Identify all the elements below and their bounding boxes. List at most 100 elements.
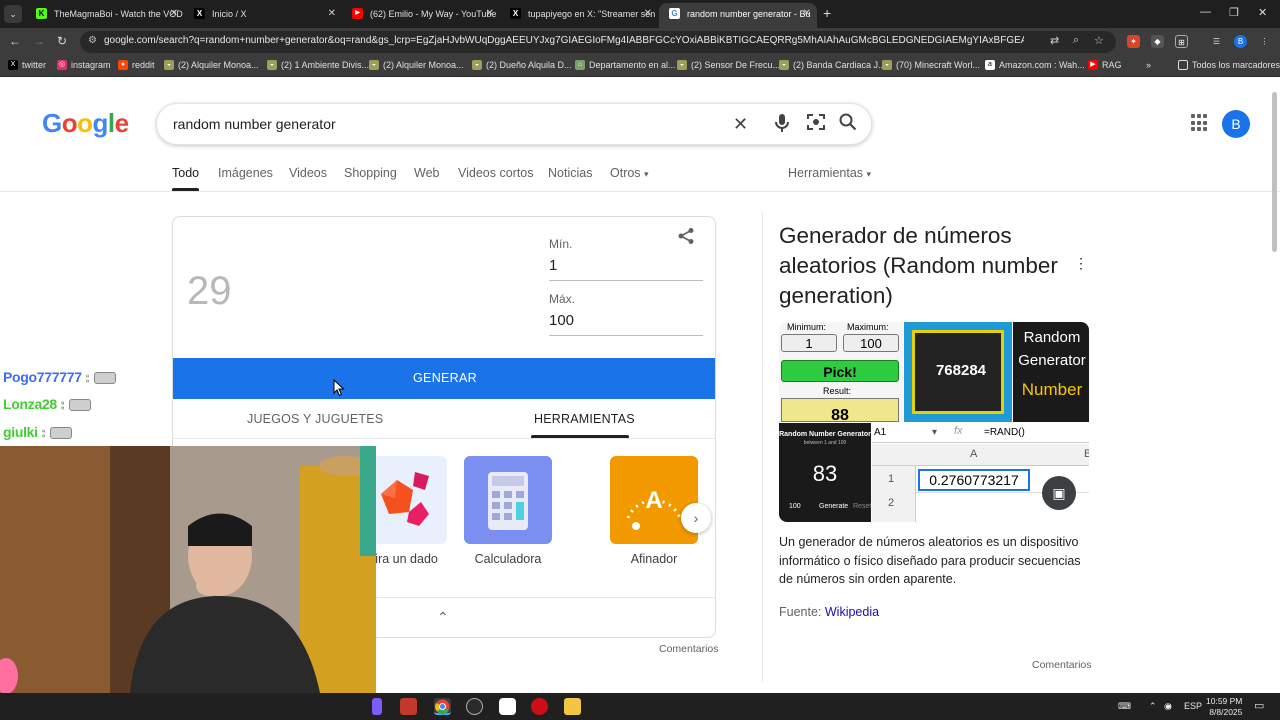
new-tab-plus-icon[interactable]: + xyxy=(823,6,831,20)
generate-button[interactable]: GENERAR xyxy=(173,358,715,399)
min-input[interactable]: 1 xyxy=(549,257,703,281)
keyboard-icon[interactable]: ⌨ xyxy=(1118,701,1131,712)
tab-games-toys[interactable]: JUEGOS Y JUGUETES xyxy=(247,412,383,426)
filter-videos[interactable]: Videos xyxy=(289,166,327,180)
tab-search-chevron-icon[interactable]: ⌄ xyxy=(4,5,22,23)
tab-close-icon[interactable]: ✕ xyxy=(644,3,652,25)
tab-youtube[interactable]: ▶ (62) Emilio - My Way - YouTube ✕ xyxy=(342,3,500,28)
bookmark-item[interactable]: ◒ (2) Alquiler Monoa... xyxy=(164,60,259,70)
dropdown-caret-icon: ▾ xyxy=(932,427,938,438)
bookmark-item[interactable]: ◒ (2) Banda Cardiaca J... xyxy=(779,60,886,70)
search-box[interactable]: random number generator ✕ xyxy=(156,103,872,145)
profile-avatar-icon[interactable]: B xyxy=(1234,35,1247,48)
zoom-icon[interactable]: ⌕ xyxy=(1073,34,1079,47)
thumb-random-generator-text[interactable]: Random Generator Number xyxy=(1013,322,1089,422)
filter-images[interactable]: Imágenes xyxy=(218,166,273,180)
scrollbar-thumb[interactable] xyxy=(1272,92,1277,252)
filter-news[interactable]: Noticias xyxy=(548,166,592,180)
reload-icon[interactable]: ↻ xyxy=(57,34,67,48)
taskbar-app-icon[interactable] xyxy=(372,698,382,715)
tools-dropdown[interactable]: Herramientas ▾ xyxy=(788,166,871,180)
account-avatar[interactable]: B xyxy=(1222,110,1250,138)
extensions-icon[interactable]: ⊞ xyxy=(1175,35,1188,48)
filter-short-videos[interactable]: Videos cortos xyxy=(458,166,534,180)
max-input[interactable]: 100 xyxy=(549,312,703,336)
bookmark-item[interactable]: ● reddit xyxy=(118,60,155,70)
tab-x-home[interactable]: X Inicio / X ✕ xyxy=(184,3,342,28)
collapse-chevron-up-icon[interactable]: ⌃ xyxy=(437,609,449,626)
reading-list-icon[interactable]: ☰ xyxy=(1210,35,1223,48)
taskbar-stats-icon[interactable] xyxy=(466,698,483,715)
tab-tools[interactable]: HERRAMIENTAS xyxy=(534,412,635,426)
kp-comments-link[interactable]: Comentarios xyxy=(1032,659,1092,671)
filter-shopping[interactable]: Shopping xyxy=(344,166,397,180)
clock[interactable]: 10:59 PM 8/8/2025 xyxy=(1206,696,1242,718)
tool-calculator[interactable]: Calculadora xyxy=(464,456,552,566)
clear-x-icon[interactable]: ✕ xyxy=(733,113,748,135)
minimize-icon[interactable]: — xyxy=(1200,6,1211,18)
tab-close-icon[interactable]: ✕ xyxy=(486,3,494,25)
share-icon[interactable] xyxy=(677,227,695,250)
more-options-icon[interactable]: ⋮ xyxy=(1074,255,1088,272)
carousel-next-chevron-icon[interactable]: › xyxy=(681,503,711,533)
google-logo[interactable]: Google xyxy=(42,108,129,139)
input-language[interactable]: ESP xyxy=(1184,701,1202,711)
knowledge-panel-images[interactable]: Minimum: Maximum: 1 100 Pick! Result: 88… xyxy=(779,322,1089,522)
filter-more[interactable]: Otros ▾ xyxy=(610,166,649,180)
bookmark-star-icon[interactable]: ☆ xyxy=(1094,34,1104,47)
site-info-icon[interactable]: ⚙ xyxy=(88,35,97,46)
taskbar-folder-icon[interactable] xyxy=(564,698,581,715)
tab-google-search[interactable]: G random number generator - Bu ✕ xyxy=(659,3,817,28)
all-bookmarks-folder[interactable]: Todos los marcadores xyxy=(1178,60,1280,70)
volume-speaker-icon[interactable]: 🔈︎ xyxy=(1168,701,1173,712)
bookmark-item[interactable]: ⌂ Departamento en al... xyxy=(575,60,676,70)
address-bar[interactable]: ⚙ google.com/search?q=random+number+gene… xyxy=(80,31,1116,53)
filter-all[interactable]: Todo xyxy=(172,166,199,180)
microphone-icon[interactable] xyxy=(775,113,789,138)
mouse-cursor-icon xyxy=(333,379,345,397)
taskbar-obs-icon[interactable] xyxy=(400,698,417,715)
search-magnifier-icon[interactable] xyxy=(839,113,857,136)
thumb-picker-app[interactable]: Minimum: Maximum: 1 100 Pick! Result: 88 xyxy=(779,322,903,422)
bookmark-item[interactable]: ▶ RAG xyxy=(1088,60,1122,70)
taskbar-opera-icon[interactable] xyxy=(531,698,548,715)
bookmark-item[interactable]: ◒ (2) 1 Ambiente Divis... xyxy=(267,60,369,70)
taskbar-capcut-icon[interactable] xyxy=(499,698,516,715)
thumb-rng-widget[interactable]: Random Number Generator between 1 and 10… xyxy=(779,423,871,522)
kebab-menu-icon[interactable]: ⋮ xyxy=(1258,35,1271,48)
wikipedia-link[interactable]: Wikipedia xyxy=(825,605,879,619)
tab-close-icon[interactable]: ✕ xyxy=(328,3,336,25)
bookmark-item[interactable]: ◒ (2) Dueño Alquila D... xyxy=(472,60,572,70)
window-close-icon[interactable]: ✕ xyxy=(1258,6,1267,19)
bookmark-item[interactable]: ◎ instagram xyxy=(57,60,111,70)
bookmark-item[interactable]: ◒ (70) Minecraft Worl... xyxy=(882,60,980,70)
thumb-spreadsheet[interactable]: A1 ▾ fx =RAND() A B 1 2 0.2760773217 ▣ xyxy=(872,423,1089,522)
tray-chevron-up-icon[interactable]: ⌃ xyxy=(1149,701,1157,712)
translate-icon[interactable]: ⇄ xyxy=(1050,34,1059,47)
bookmark-item[interactable]: ◒ (2) Sensor De Frecu... xyxy=(677,60,780,70)
min-label: Mín. xyxy=(549,237,573,251)
notifications-icon[interactable]: ▭ xyxy=(1254,699,1264,712)
url-text[interactable]: google.com/search?q=random+number+genera… xyxy=(104,35,1024,46)
tab-close-icon[interactable]: ✕ xyxy=(170,3,178,25)
search-input[interactable]: random number generator xyxy=(173,116,336,132)
forward-arrow-icon[interactable]: → xyxy=(33,34,45,48)
tab-x-post[interactable]: X tupapiyego en X: "Streamer sen ✕ xyxy=(500,3,658,28)
extension-fox-icon[interactable]: ✦ xyxy=(1127,35,1140,48)
taskbar-chrome-icon[interactable] xyxy=(434,698,451,715)
restore-icon[interactable]: ❐ xyxy=(1229,6,1239,19)
image-gallery-icon[interactable]: ▣ xyxy=(1042,476,1076,510)
tab-kick-vod[interactable]: K TheMagmaBoi - Watch the VOD ✕ xyxy=(26,3,184,28)
filter-web[interactable]: Web xyxy=(414,166,439,180)
bookmarks-overflow-chevron-icon[interactable]: » xyxy=(1146,60,1151,70)
extension-puzzle-piece-icon[interactable]: ◆ xyxy=(1151,35,1164,48)
thumb-digital-display[interactable]: 768284 xyxy=(904,322,1012,422)
google-apps-grid-icon[interactable] xyxy=(1191,114,1209,132)
rng-comments-link[interactable]: Comentarios xyxy=(659,643,719,655)
camera-lens-icon[interactable] xyxy=(807,113,825,136)
bookmark-item[interactable]: a Amazon.com : Wah... xyxy=(985,60,1085,70)
bookmark-item[interactable]: ◒ (2) Alquiler Monoa... xyxy=(369,60,464,70)
bookmark-item[interactable]: Xtwitter xyxy=(8,60,46,70)
back-arrow-icon[interactable]: ← xyxy=(9,34,21,48)
tab-close-icon[interactable]: ✕ xyxy=(803,3,811,25)
